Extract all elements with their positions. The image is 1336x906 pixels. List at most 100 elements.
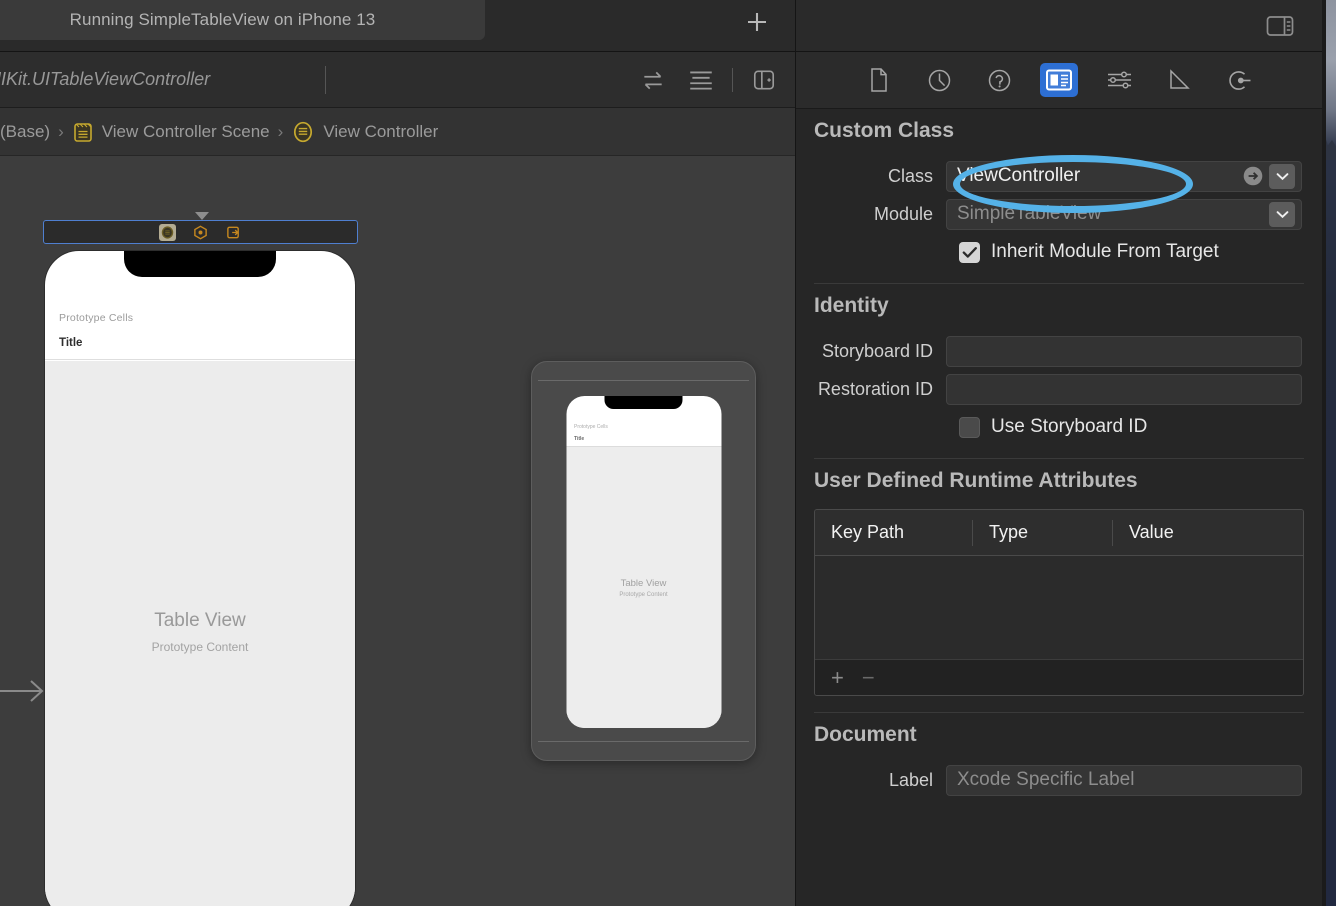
list-lines-icon[interactable] bbox=[684, 63, 718, 97]
exit-icon[interactable] bbox=[225, 224, 242, 241]
runtime-attributes-table[interactable]: Key Path Type Value + − bbox=[814, 509, 1304, 696]
use-storyboard-id-checkbox[interactable] bbox=[959, 416, 980, 438]
column-header-type: Type bbox=[972, 519, 1112, 546]
module-dropdown-button[interactable] bbox=[1269, 201, 1295, 227]
use-storyboard-id-label: Use Storyboard ID bbox=[991, 416, 1148, 437]
chevron-down-icon bbox=[1276, 210, 1288, 218]
inspector-tab-bar bbox=[796, 52, 1322, 109]
section-title-custom-class: Custom Class bbox=[814, 119, 955, 142]
row-restoration-id: Restoration ID bbox=[796, 372, 1322, 406]
preview-prototype-header: Prototype Cells bbox=[574, 424, 608, 430]
plus-icon bbox=[748, 13, 766, 31]
row-storyboard-id: Storyboard ID bbox=[796, 334, 1322, 368]
column-header-key-path: Key Path bbox=[831, 522, 905, 542]
preview-table-view-title: Table View bbox=[620, 577, 667, 589]
prototype-cells-label: Prototype Cells bbox=[59, 312, 134, 324]
class-label: Class bbox=[887, 165, 933, 186]
tab-label: Running SimpleTableView on iPhone 13 bbox=[69, 10, 376, 29]
chevron-down-icon bbox=[1276, 172, 1288, 180]
panel-toggle-icon bbox=[1266, 15, 1294, 36]
storyboard-id-label: Storyboard ID bbox=[821, 340, 933, 361]
runtime-attributes-body[interactable] bbox=[815, 556, 1303, 659]
remove-attribute-button[interactable]: − bbox=[862, 666, 875, 689]
checkmark-icon bbox=[962, 246, 977, 258]
editor-title: UIKit.UITableViewController bbox=[0, 69, 211, 89]
breadcrumb-item-scene[interactable]: View Controller Scene bbox=[72, 120, 270, 144]
column-header-value: Value bbox=[1112, 519, 1303, 546]
add-editor-icon[interactable] bbox=[747, 63, 781, 97]
class-value: ViewController bbox=[957, 165, 1081, 186]
module-value: SimpleTableView bbox=[957, 203, 1102, 224]
class-field[interactable]: ViewController bbox=[946, 160, 1302, 192]
view-controller-icon bbox=[291, 120, 315, 144]
section-title-runtime-attributes: User Defined Runtime Attributes bbox=[814, 469, 1138, 492]
document-label-label: Label bbox=[888, 769, 933, 790]
device-preview-frame[interactable]: Prototype Cells Title Table View Prototy… bbox=[531, 361, 756, 761]
runtime-attributes-footer: + − bbox=[815, 659, 1303, 695]
preview-notch bbox=[604, 396, 683, 409]
scene-dock[interactable] bbox=[43, 220, 358, 244]
add-tab-button[interactable] bbox=[735, 0, 779, 44]
storyboard-canvas[interactable]: Prototype Cells Title Table View Prototy… bbox=[0, 156, 795, 906]
breadcrumb-separator: › bbox=[58, 121, 64, 141]
document-label-placeholder: Xcode Specific Label bbox=[957, 769, 1135, 790]
phone-notch bbox=[124, 251, 276, 277]
jump-to-class-definition-button[interactable] bbox=[1241, 164, 1265, 188]
module-field[interactable]: SimpleTableView bbox=[946, 198, 1302, 230]
scene-icon bbox=[72, 120, 94, 144]
table-view-title: Table View bbox=[154, 610, 246, 631]
breadcrumb-item-base[interactable]: (Base) bbox=[0, 122, 50, 142]
tab-file-inspector[interactable] bbox=[860, 63, 898, 97]
editor-pane: UIKit.UITableViewController (Base) › Vie… bbox=[0, 52, 795, 906]
scene-view-controller[interactable]: Prototype Cells Title Table View Prototy… bbox=[45, 251, 355, 906]
tab-identity-inspector[interactable] bbox=[1040, 63, 1078, 97]
prototype-cell-title: Title bbox=[59, 337, 83, 349]
inspector-panel-toggle-button[interactable] bbox=[1262, 11, 1298, 41]
class-dropdown-button[interactable] bbox=[1269, 163, 1295, 189]
inspector-top-bar bbox=[796, 0, 1322, 52]
inherit-module-checkbox[interactable] bbox=[959, 241, 980, 263]
runtime-attributes-header-row: Key Path Type Value bbox=[815, 510, 1303, 556]
storyboard-id-input[interactable] bbox=[946, 335, 1302, 367]
section-title-identity: Identity bbox=[814, 294, 889, 317]
breadcrumb-label: View Controller Scene bbox=[101, 121, 270, 141]
row-module: Module SimpleTableView bbox=[796, 197, 1322, 231]
scene-dock-pointer bbox=[195, 212, 209, 220]
breadcrumb-item-view-controller[interactable]: View Controller bbox=[291, 120, 438, 144]
editor-tab-running[interactable]: Running SimpleTableView on iPhone 13 bbox=[0, 0, 485, 40]
tab-connections-inspector[interactable] bbox=[1220, 63, 1258, 97]
tab-quick-help-inspector[interactable] bbox=[980, 63, 1018, 97]
row-inherit-module[interactable]: Inherit Module From Target bbox=[796, 235, 1322, 269]
tab-size-inspector[interactable] bbox=[1160, 63, 1198, 97]
row-document-label: Label Xcode Specific Label bbox=[796, 763, 1322, 797]
tab-history-inspector[interactable] bbox=[920, 63, 958, 97]
toolbar-separator bbox=[325, 66, 326, 94]
breadcrumb-label: View Controller bbox=[323, 121, 439, 141]
first-responder-icon[interactable] bbox=[192, 224, 209, 241]
swap-arrows-icon[interactable] bbox=[636, 63, 670, 97]
restoration-id-input[interactable] bbox=[946, 373, 1302, 405]
editor-toolbar: UIKit.UITableViewController bbox=[0, 52, 795, 108]
document-label-input[interactable]: Xcode Specific Label bbox=[946, 764, 1302, 796]
section-title-document: Document bbox=[814, 723, 917, 746]
table-view-placeholder: Table View Prototype Content bbox=[45, 361, 355, 906]
jump-bar: (Base) › View Controller Scene › View Co… bbox=[0, 108, 795, 156]
restoration-id-label: Restoration ID bbox=[817, 378, 933, 399]
view-controller-dock-icon[interactable] bbox=[159, 223, 176, 241]
preview-cell-title: Title bbox=[574, 436, 585, 442]
inspector-content: Custom Class Class ViewController Module… bbox=[796, 109, 1322, 906]
module-label: Module bbox=[873, 203, 933, 224]
inherit-module-label: Inherit Module From Target bbox=[991, 241, 1219, 262]
prototype-cell-row[interactable]: Title bbox=[45, 327, 355, 360]
add-attribute-button[interactable]: + bbox=[831, 666, 844, 689]
xcode-window: Running SimpleTableView on iPhone 13 UIK… bbox=[0, 0, 1322, 906]
tab-attributes-inspector[interactable] bbox=[1100, 63, 1138, 97]
device-preview-screen: Prototype Cells Title Table View Prototy… bbox=[566, 396, 721, 728]
inspector-pane: Custom Class Class ViewController Module… bbox=[795, 0, 1322, 906]
row-use-storyboard-id[interactable]: Use Storyboard ID bbox=[796, 410, 1322, 444]
toolbar-icon-divider bbox=[732, 68, 733, 92]
editor-toolbar-icons bbox=[636, 52, 781, 108]
initial-view-controller-arrow bbox=[0, 676, 46, 711]
arrow-right-circle-icon bbox=[1243, 166, 1263, 186]
breadcrumb-separator: › bbox=[277, 121, 284, 141]
